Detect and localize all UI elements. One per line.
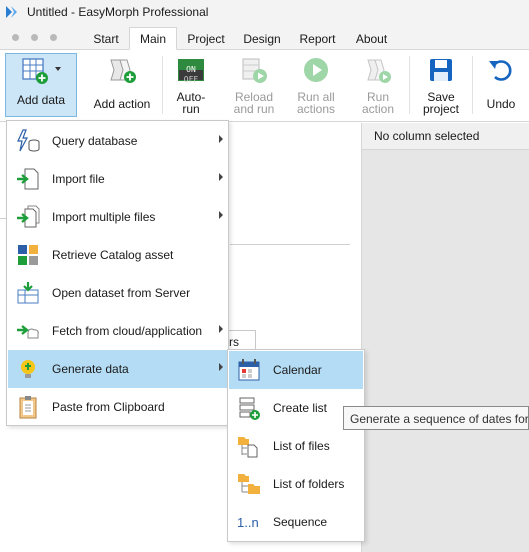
quick-access-dots [12,34,57,41]
menu-item-label: Query database [52,134,138,148]
submenu-arrow-icon [219,135,223,143]
menu-item-generate-data[interactable]: Generate data [8,350,227,388]
calendar-icon [238,359,260,381]
menu-item-label: Retrieve Catalog asset [52,248,174,262]
add-data-label: Add data [16,93,66,107]
undo-label: Undo [486,97,516,111]
title-bar: Untitled - EasyMorph Professional [0,0,529,24]
menu-item-open-dataset-from-server[interactable]: Open dataset from Server [8,274,227,312]
ribbon-tab-bar: Start Main Project Design Report About [0,24,529,50]
server-dataset-icon [17,282,39,304]
save-project-button[interactable]: Save project [414,53,468,117]
catalog-icon [18,245,38,265]
sequence-icon: 1..n [237,514,259,530]
column-properties-pane [362,150,529,552]
submenu-arrow-icon [219,325,223,333]
submenu-arrow-icon [219,211,223,219]
menu-item-label: Calendar [273,363,322,377]
lightbulb-icon [21,360,35,378]
import-multiple-files-icon [17,205,40,228]
menu-item-label: Sequence [273,515,328,529]
tab-about[interactable]: About [347,27,396,50]
cloud-fetch-icon [17,325,39,339]
add-action-label: Add action [93,97,151,111]
run-all-actions-button[interactable]: Run all actions [290,53,342,117]
menu-item-import-file[interactable]: Import file [8,160,227,198]
quick-access-dot[interactable] [31,34,38,41]
partial-label: rs [229,335,239,349]
quick-access-dot[interactable] [50,34,57,41]
save-floppy-icon [430,59,452,81]
import-file-icon [17,168,39,190]
submenu-arrow-icon [219,363,223,371]
tab-report[interactable]: Report [291,27,344,50]
add-action-icon [110,59,136,83]
generate-data-submenu: Calendar Create list List of files List … [227,349,365,542]
run-all-actions-label: Run all actions [296,90,336,116]
menu-item-import-multiple-files[interactable]: Import multiple files [8,198,227,236]
save-project-label: Save project [422,90,460,116]
undo-icon [489,60,512,81]
submenu-item-list-of-files[interactable]: List of files [229,427,363,465]
menu-item-label: Create list [273,401,328,415]
menu-item-label: Import file [52,172,105,186]
divider [230,244,350,245]
ribbon-separator [162,56,163,114]
menu-item-label: List of folders [273,477,345,491]
submenu-arrow-icon [219,173,223,181]
ribbon-separator [472,56,473,114]
tab-start[interactable]: Start [84,27,128,50]
tab-main[interactable]: Main [129,27,177,50]
add-data-icon [22,58,48,84]
add-action-button[interactable]: Add action [88,53,156,117]
menu-item-label: Paste from Clipboard [52,400,165,414]
menu-item-label: Import multiple files [52,210,156,224]
menu-item-paste-from-clipboard[interactable]: Paste from Clipboard [8,388,227,426]
menu-item-label: Fetch from cloud/application [52,324,203,338]
easymorph-logo-icon [6,6,17,18]
submenu-item-list-of-folders[interactable]: List of folders [229,465,363,503]
menu-item-label: Open dataset from Server [52,286,191,300]
reload-and-run-label: Reload and run [233,90,275,116]
menu-item-query-database[interactable]: Query database [8,122,227,160]
run-action-label: Run action [361,90,395,116]
run-action-button[interactable]: Run action [354,53,402,117]
undo-button[interactable]: Undo [478,53,524,117]
tab-project[interactable]: Project [178,27,234,50]
menu-item-retrieve-catalog-asset[interactable]: Retrieve Catalog asset [8,236,227,274]
ribbon: Add data Add action ON OFF Auto- run Rel… [0,50,529,122]
add-data-menu: Query database Import file Import multip… [6,120,229,426]
auto-run-toggle[interactable]: ON OFF Auto- run [166,53,216,117]
submenu-item-sequence[interactable]: 1..n Sequence [229,503,363,541]
run-action-icon [367,59,391,83]
clipboard-icon [19,396,37,419]
window-title: Untitled - EasyMorph Professional [27,5,209,19]
tooltip: Generate a sequence of dates for s [343,406,529,430]
ribbon-separator [409,56,410,114]
lightning-database-icon [17,129,40,152]
list-of-files-icon [238,437,258,458]
submenu-item-calendar[interactable]: Calendar [229,351,363,389]
create-list-icon [239,397,260,420]
tab-design[interactable]: Design [236,27,288,50]
play-circle-icon [304,58,328,82]
menu-item-label: Generate data [52,362,129,376]
reload-and-run-button[interactable]: Reload and run [226,53,282,117]
column-properties-header: No column selected [362,123,529,150]
menu-item-label: List of files [273,439,330,453]
menu-item-fetch-from-cloud[interactable]: Fetch from cloud/application [8,312,227,350]
chevron-down-icon [55,67,61,71]
auto-run-label: Auto- run [176,90,206,116]
quick-access-dot[interactable] [12,34,19,41]
auto-run-off-badge: OFF [183,75,199,84]
reload-and-run-icon [242,58,267,83]
add-data-button[interactable]: Add data [5,53,77,117]
list-of-folders-icon [238,474,260,494]
